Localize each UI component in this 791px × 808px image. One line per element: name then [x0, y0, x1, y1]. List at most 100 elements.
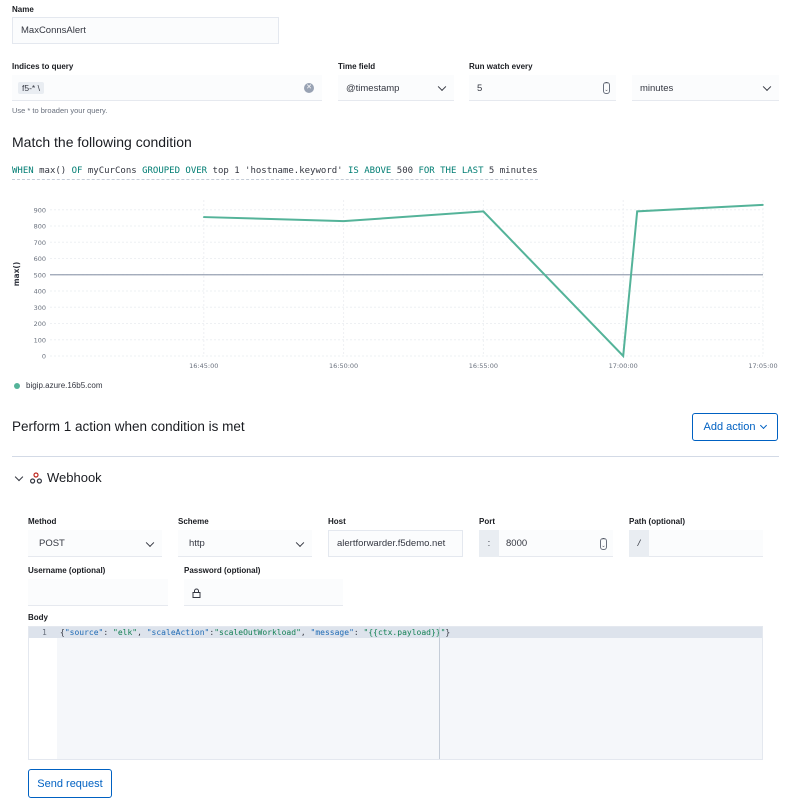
chevron-down-icon — [295, 538, 305, 547]
run-every-input[interactable]: 5 ⌃ ⌄ — [469, 75, 616, 101]
time-field-label: Time field — [338, 62, 376, 71]
chevron-down-icon — [762, 82, 772, 92]
lock-icon — [192, 588, 201, 598]
number-stepper-icon[interactable]: ⌃ ⌄ — [603, 82, 610, 94]
indices-hint: Use * to broaden your query. — [12, 106, 108, 115]
indices-label: Indices to query — [12, 62, 74, 71]
path-input[interactable]: / — [629, 530, 763, 557]
host-input[interactable]: alertforwarder.f5demo.net — [328, 530, 463, 557]
clear-icon[interactable]: ✕ — [304, 83, 314, 93]
code-token: , — [137, 628, 147, 637]
x-tick-label: 16:50:00 — [329, 362, 358, 370]
data-point — [202, 216, 205, 218]
y-tick-label: 800 — [34, 223, 46, 231]
scheme-label: Scheme — [178, 517, 209, 526]
code-token: } — [445, 628, 451, 637]
x-tick-label: 16:55:00 — [469, 362, 498, 370]
y-tick-label: 900 — [34, 206, 46, 214]
accordion-chevron-icon[interactable] — [14, 472, 24, 482]
condition-value[interactable]: top 1 'hostname.keyword' — [207, 166, 343, 176]
x-tick-label: 17:05:00 — [748, 362, 777, 370]
username-input[interactable] — [28, 579, 168, 606]
data-point — [482, 210, 485, 213]
condition-keyword: OF — [66, 166, 83, 176]
method-select[interactable]: POST — [28, 530, 162, 557]
condition-keyword: WHEN — [12, 166, 34, 176]
send-request-label: Send request — [37, 777, 103, 790]
divider — [12, 456, 779, 457]
code-token: , — [300, 628, 311, 637]
code-line: {"source": "elk", "scaleAction":"scaleOu… — [60, 628, 450, 637]
editor-gutter — [29, 627, 57, 759]
code-token: "source" — [64, 628, 104, 637]
y-tick-label: 500 — [34, 271, 46, 279]
port-prefix: : — [479, 530, 499, 557]
condition-value[interactable]: max() — [34, 166, 66, 176]
chevron-down-icon — [145, 538, 155, 547]
chevron-down-icon — [437, 82, 447, 92]
chevron-down-icon — [760, 421, 768, 430]
port-value: 8000 — [506, 538, 528, 549]
number-stepper-icon[interactable]: ⌃ ⌄ — [600, 537, 607, 550]
webhook-title[interactable]: Webhook — [47, 470, 102, 485]
code-token: "elk" — [113, 628, 138, 637]
condition-keyword: FOR THE LAST — [413, 166, 484, 176]
time-field-select[interactable]: @timestamp — [338, 75, 454, 101]
y-axis-label: max() — [12, 262, 21, 287]
path-label: Path (optional) — [629, 517, 685, 526]
index-pill[interactable]: f5-* \ — [18, 82, 44, 94]
host-value: alertforwarder.f5demo.net — [337, 538, 446, 549]
scheme-select[interactable]: http — [178, 530, 312, 557]
scheme-value: http — [189, 538, 205, 549]
data-point — [636, 210, 638, 213]
code-token: : — [103, 628, 113, 637]
code-token: "message" — [310, 628, 354, 637]
name-input[interactable]: MaxConnsAlert — [12, 17, 279, 44]
x-tick-label: 17:00:00 — [609, 362, 638, 370]
condition-chart: max() 0 100 200 300 400 500 600 700 800 900 16:45… — [12, 200, 778, 370]
port-label: Port — [479, 517, 495, 526]
condition-value[interactable]: 500 — [391, 166, 413, 176]
username-label: Username (optional) — [28, 566, 106, 575]
condition-value[interactable]: 5 minutes — [484, 166, 538, 176]
name-value: MaxConnsAlert — [21, 25, 86, 36]
body-code-editor[interactable]: 1 {"source": "elk", "scaleAction":"scale… — [28, 626, 763, 760]
run-every-unit-select[interactable]: minutes — [632, 75, 779, 101]
data-point — [762, 204, 764, 206]
y-tick-label: 700 — [34, 239, 46, 247]
password-label: Password (optional) — [184, 566, 261, 575]
legend-label: bigip.azure.16b5.com — [26, 381, 103, 390]
chart-legend[interactable]: bigip.azure.16b5.com — [14, 381, 103, 390]
method-value: POST — [39, 538, 65, 549]
method-label: Method — [28, 517, 57, 526]
host-label: Host — [328, 517, 346, 526]
port-input[interactable]: : 8000 ⌃ ⌄ — [479, 530, 613, 557]
condition-keyword: IS ABOVE — [342, 166, 392, 176]
path-prefix: / — [629, 530, 649, 557]
indices-combobox[interactable]: f5-* \ ✕ — [12, 75, 322, 101]
y-tick-label: 400 — [34, 288, 46, 296]
condition-expression[interactable]: WHEN max() OF myCurCons GROUPED OVER top… — [12, 166, 538, 180]
run-every-unit: minutes — [640, 82, 674, 94]
name-label: Name — [12, 5, 34, 14]
add-action-button[interactable]: Add action — [692, 413, 778, 441]
condition-heading: Match the following condition — [12, 134, 192, 150]
line-number: 1 — [42, 628, 47, 637]
password-input[interactable] — [184, 579, 343, 606]
y-tick-label: 600 — [34, 255, 46, 263]
add-action-label: Add action — [703, 421, 756, 433]
condition-keyword: GROUPED OVER — [136, 166, 208, 176]
send-request-button[interactable]: Send request — [28, 769, 112, 798]
x-tick-label: 16:45:00 — [189, 362, 218, 370]
y-tick-label: 0 — [42, 353, 46, 361]
code-token: : — [353, 628, 364, 637]
code-token: "{{ctx.payload}}" — [363, 628, 446, 637]
condition-value[interactable]: myCurCons — [82, 166, 137, 176]
legend-dot-icon — [14, 382, 20, 389]
webhook-icon — [30, 472, 42, 484]
code-token: "scaleOutWorkload" — [214, 628, 301, 637]
y-tick-label: 100 — [34, 336, 46, 344]
run-every-value: 5 — [477, 82, 483, 94]
actions-heading: Perform 1 action when condition is met — [12, 419, 245, 434]
body-label: Body — [28, 613, 48, 622]
